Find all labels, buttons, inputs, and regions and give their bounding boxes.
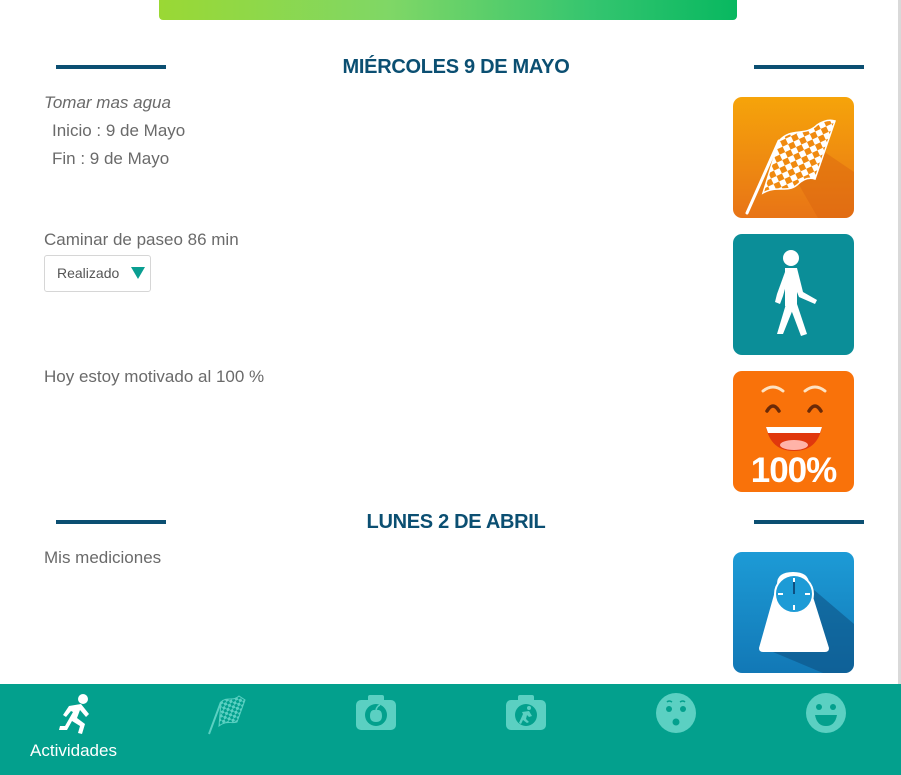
day-header: MIÉRCOLES 9 DE MAYO	[0, 52, 901, 82]
scale-icon	[759, 572, 854, 673]
nav-item-goals[interactable]	[150, 684, 300, 775]
checkered-flag-icon	[745, 119, 854, 218]
goal-tile[interactable]	[733, 97, 854, 218]
walk-tile[interactable]	[733, 234, 854, 355]
goal-start-date: Inicio : 9 de Mayo	[52, 121, 186, 140]
camera-food-icon	[356, 695, 396, 730]
checkered-flag-icon	[208, 695, 246, 735]
walking-person-icon	[775, 250, 817, 336]
running-person-icon	[59, 694, 89, 734]
bottom-navigation: Actividades	[0, 684, 901, 775]
nav-item-mood-surprised[interactable]	[600, 684, 750, 775]
goal-name: Tomar mas agua	[44, 93, 171, 112]
caret-down-icon	[131, 267, 145, 279]
progress-banner	[159, 0, 737, 20]
mood-text: Hoy estoy motivado al 100 %	[44, 367, 265, 386]
header-rule-right	[754, 65, 864, 69]
nav-item-actividades[interactable]: Actividades	[0, 684, 150, 775]
nav-label-actividades: Actividades	[30, 741, 117, 760]
camera-activity-icon	[506, 695, 546, 730]
status-dropdown[interactable]: Realizado	[44, 255, 151, 292]
day-header: LUNES 2 DE ABRIL	[0, 507, 901, 537]
goal-end-date: Fin : 9 de Mayo	[52, 149, 170, 168]
surprised-face-icon	[656, 693, 696, 733]
nav-item-mood-happy[interactable]	[750, 684, 900, 775]
nav-item-activity-photo[interactable]	[450, 684, 600, 775]
header-rule-right	[754, 520, 864, 524]
status-dropdown-value: Realizado	[57, 265, 120, 281]
measurements-tile[interactable]	[733, 552, 854, 673]
measurements-name: Mis mediciones	[44, 548, 162, 567]
nav-item-food-photo[interactable]	[300, 684, 450, 775]
happy-face-icon	[806, 693, 846, 733]
mood-percent-label: 100%	[750, 451, 838, 490]
mood-tile[interactable]: 100%	[733, 371, 854, 492]
walk-activity-name: Caminar de paseo 86 min	[44, 230, 239, 249]
